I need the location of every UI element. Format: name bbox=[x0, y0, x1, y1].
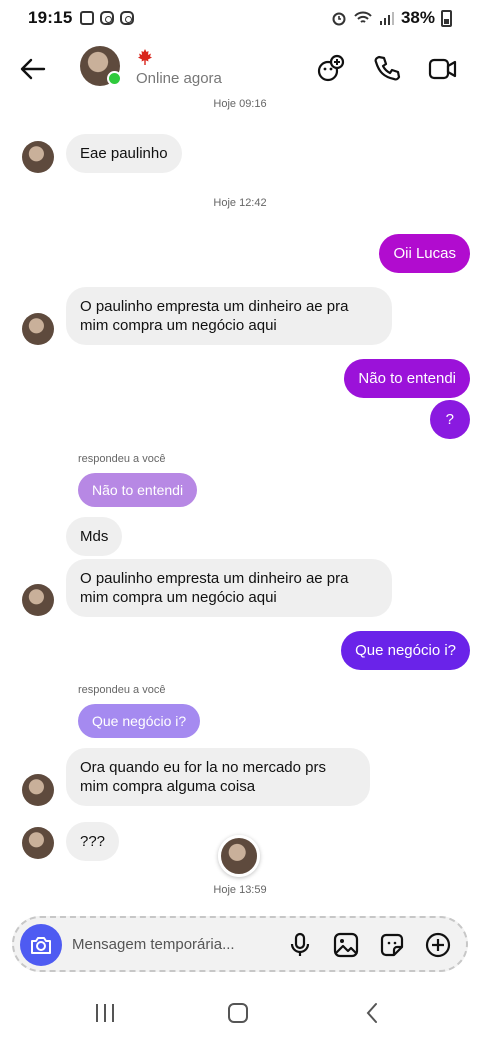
instagram-notification-icon bbox=[100, 11, 115, 25]
message-incoming[interactable]: Eae paulinho bbox=[66, 134, 182, 173]
reply-label: respondeu a você bbox=[78, 453, 166, 465]
message-outgoing[interactable]: Não to entendi bbox=[344, 359, 470, 398]
gallery-notification-icon bbox=[80, 11, 95, 25]
battery-icon bbox=[441, 9, 452, 27]
effects-icon[interactable] bbox=[316, 54, 346, 84]
message-outgoing[interactable]: Que negócio i? bbox=[341, 631, 470, 670]
home-icon[interactable] bbox=[223, 1000, 253, 1026]
signal-icon bbox=[379, 12, 394, 25]
message-incoming[interactable]: Ora quando eu for la no mercado prs mim … bbox=[66, 748, 370, 806]
battery-percent: 38% bbox=[400, 8, 435, 27]
android-nav-bar bbox=[0, 990, 480, 1038]
camera-icon bbox=[31, 937, 51, 954]
message-outgoing[interactable]: Oii Lucas bbox=[379, 234, 470, 273]
sender-avatar[interactable] bbox=[22, 774, 54, 806]
chat-header: Online agora bbox=[0, 40, 480, 96]
message-incoming[interactable]: Mds bbox=[66, 517, 123, 556]
sender-avatar[interactable] bbox=[22, 313, 54, 345]
maple-leaf-icon bbox=[138, 49, 152, 65]
message-list[interactable]: Hoje 09:16 Eae paulinho Hoje 12:42 Oii L… bbox=[0, 96, 480, 912]
notification-icons bbox=[80, 11, 135, 25]
sender-avatar[interactable] bbox=[22, 827, 54, 859]
message-incoming[interactable]: O paulinho empresta um dinheiro ae pra m… bbox=[66, 559, 392, 617]
seen-avatar bbox=[218, 835, 260, 877]
back-nav-icon[interactable] bbox=[358, 1000, 388, 1026]
message-incoming[interactable]: ??? bbox=[66, 822, 120, 861]
online-status: Online agora bbox=[136, 70, 222, 87]
video-call-icon[interactable] bbox=[428, 54, 458, 84]
microphone-icon[interactable] bbox=[286, 931, 314, 959]
status-time: 19:15 bbox=[28, 8, 73, 27]
add-icon[interactable] bbox=[424, 931, 452, 959]
sticker-icon[interactable] bbox=[378, 931, 406, 959]
message-composer: Mensagem temporária... bbox=[12, 916, 468, 972]
phone-call-icon[interactable] bbox=[372, 54, 402, 84]
message-incoming[interactable]: O paulinho empresta um dinheiro ae pra m… bbox=[66, 287, 392, 345]
back-arrow-icon[interactable] bbox=[18, 54, 48, 84]
timestamp: Hoje 09:16 bbox=[213, 98, 267, 110]
timestamp: Hoje 12:42 bbox=[213, 197, 267, 209]
reply-label: respondeu a você bbox=[78, 684, 166, 696]
status-bar: 19:15 38% bbox=[0, 0, 480, 36]
alarm-icon bbox=[332, 12, 346, 26]
recent-apps-icon[interactable] bbox=[90, 1000, 120, 1026]
timestamp: Hoje 13:59 bbox=[213, 884, 267, 896]
gallery-icon[interactable] bbox=[332, 931, 360, 959]
camera-button[interactable] bbox=[20, 924, 62, 966]
reply-quote[interactable]: Que negócio i? bbox=[78, 704, 201, 738]
online-indicator bbox=[107, 71, 122, 86]
reply-quote[interactable]: Não to entendi bbox=[78, 473, 198, 507]
sender-avatar[interactable] bbox=[22, 141, 54, 173]
wifi-icon bbox=[354, 11, 372, 23]
message-input[interactable]: Mensagem temporária... bbox=[72, 936, 235, 953]
message-outgoing[interactable]: ? bbox=[429, 400, 470, 439]
sender-avatar[interactable] bbox=[22, 584, 54, 616]
instagram-notification-icon-2 bbox=[120, 11, 135, 25]
